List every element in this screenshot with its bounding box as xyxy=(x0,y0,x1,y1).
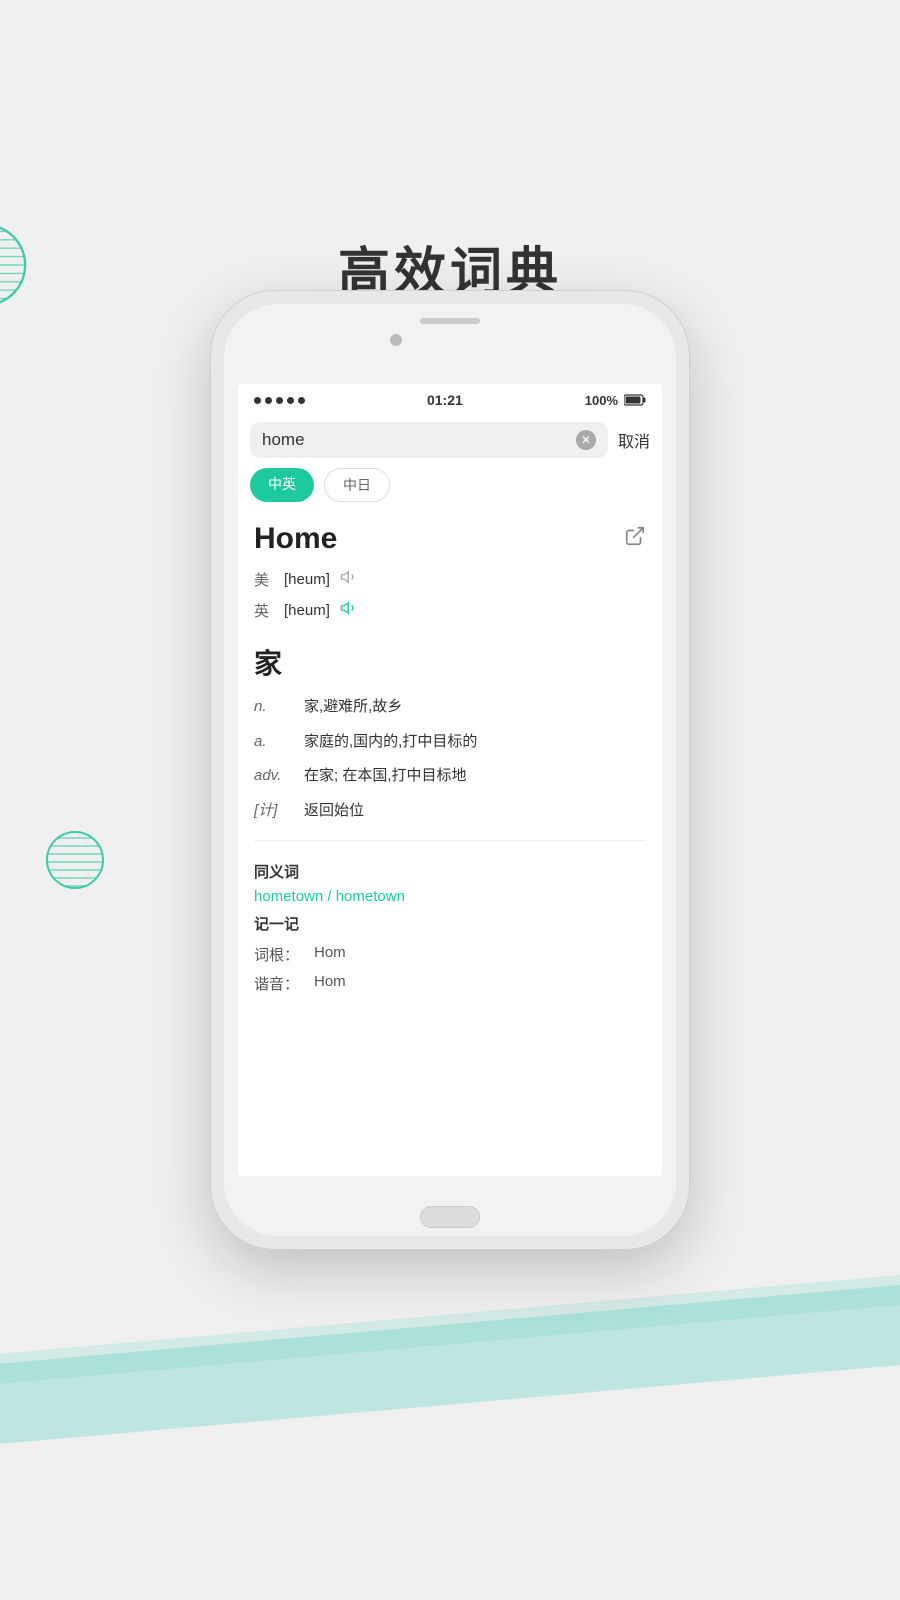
region-uk: 英 xyxy=(254,600,274,621)
battery-icon xyxy=(624,394,646,406)
signal-dot-5 xyxy=(298,397,305,404)
screen: 01:21 100% home ✕ xyxy=(238,384,662,1176)
signal-dot-3 xyxy=(276,397,283,404)
synonym-link[interactable]: hometown / hometown xyxy=(254,888,646,905)
phone-camera xyxy=(390,334,402,346)
signal-dot-1 xyxy=(254,397,261,404)
signal-dot-4 xyxy=(287,397,294,404)
pos-adv: adv. xyxy=(254,765,304,788)
speaker-uk-icon[interactable] xyxy=(340,599,358,622)
cancel-button[interactable]: 取消 xyxy=(618,428,650,452)
status-right: 100% xyxy=(585,393,646,408)
tab-bar: 中英 中日 xyxy=(238,464,662,510)
root-value: Hom xyxy=(314,944,346,965)
def-noun-text: 家,避难所,故乡 xyxy=(304,696,646,719)
definition-comp: [计] 返回始位 xyxy=(254,794,646,829)
battery-percent: 100% xyxy=(585,393,618,408)
search-clear-button[interactable]: ✕ xyxy=(576,430,596,450)
mnemonic-sound-row: 谐音： Hom xyxy=(254,969,646,998)
phone-mockup: 01:21 100% home ✕ xyxy=(210,290,690,1250)
signal-dot-2 xyxy=(265,397,272,404)
search-input-value[interactable]: home xyxy=(262,430,568,450)
phone-outer: 01:21 100% home ✕ xyxy=(210,290,690,1250)
pronunciation-uk: 英 [heum] xyxy=(254,595,646,626)
share-icon[interactable] xyxy=(624,525,646,553)
tab-chinese-english[interactable]: 中英 xyxy=(250,468,314,502)
status-bar: 01:21 100% xyxy=(238,384,662,416)
region-us: 美 xyxy=(254,569,274,590)
dict-content: Home 美 [heum] xyxy=(238,510,662,1176)
pos-adj: a. xyxy=(254,731,304,754)
def-comp-text: 返回始位 xyxy=(304,800,646,823)
definition-adj: a. 家庭的,国内的,打中目标的 xyxy=(254,725,646,760)
deco-circle-bottom xyxy=(45,830,105,890)
phonetic-uk: [heum] xyxy=(284,602,330,619)
chinese-header: 家 xyxy=(254,626,646,690)
status-time: 01:21 xyxy=(427,392,463,408)
phone-speaker xyxy=(420,318,480,324)
word-header: Home xyxy=(254,510,646,564)
phonetic-us: [heum] xyxy=(284,571,330,588)
word-title: Home xyxy=(254,522,337,556)
speaker-us-icon[interactable] xyxy=(340,568,358,591)
pronunciation-us: 美 [heum] xyxy=(254,564,646,595)
pos-comp: [计] xyxy=(254,800,304,823)
search-bar: home ✕ 取消 xyxy=(238,416,662,464)
divider-1 xyxy=(254,840,646,841)
definition-adv: adv. 在家; 在本国,打中目标地 xyxy=(254,759,646,794)
definition-noun: n. 家,避难所,故乡 xyxy=(254,690,646,725)
root-label: 词根： xyxy=(254,944,314,965)
search-input-wrapper[interactable]: home ✕ xyxy=(250,422,608,458)
status-signal xyxy=(254,397,305,404)
mnemonic-root-row: 词根： Hom xyxy=(254,940,646,969)
mnemonic-title: 记一记 xyxy=(254,905,646,940)
tab-chinese-japanese[interactable]: 中日 xyxy=(324,468,390,502)
def-adv-text: 在家; 在本国,打中目标地 xyxy=(304,765,646,788)
phone-inner: 01:21 100% home ✕ xyxy=(224,304,676,1236)
synonyms-title: 同义词 xyxy=(254,853,646,888)
home-button[interactable] xyxy=(420,1206,480,1228)
def-adj-text: 家庭的,国内的,打中目标的 xyxy=(304,731,646,754)
sound-value: Hom xyxy=(314,973,346,994)
pos-noun: n. xyxy=(254,696,304,719)
sound-label: 谐音： xyxy=(254,973,314,994)
